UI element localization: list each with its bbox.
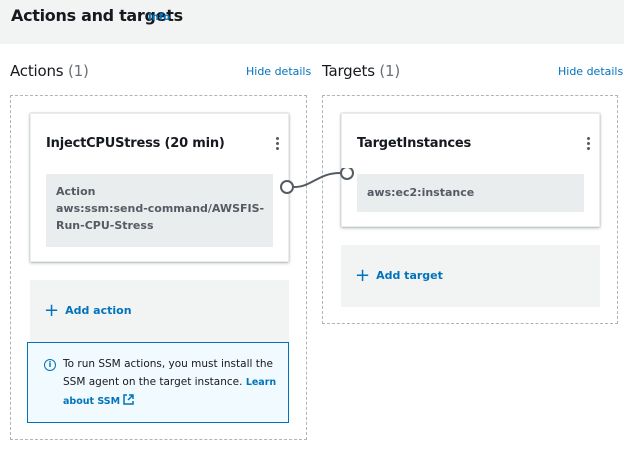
targets-hide-details-link[interactable]: Hide details <box>558 65 623 78</box>
ssm-info-message: To run SSM actions, you must install the… <box>63 358 273 388</box>
action-menu-icon[interactable] <box>276 137 280 152</box>
actions-count: (1) <box>67 62 89 80</box>
add-target-zone: + Add target <box>341 245 600 307</box>
info-icon: i <box>44 359 56 371</box>
action-detail-label: Action <box>56 185 96 198</box>
add-action-button[interactable]: + Add action <box>44 300 132 321</box>
action-detail-box: Action aws:ssm:send-command/AWSFIS- Run-… <box>46 174 273 247</box>
plus-icon: + <box>355 265 371 286</box>
ssm-info-text: To run SSM actions, you must install the… <box>63 355 285 411</box>
action-card-title: InjectCPUStress (20 min) <box>46 136 225 151</box>
targets-heading: Targets (1) <box>322 62 400 80</box>
ssm-info-alert: i To run SSM actions, you must install t… <box>27 342 289 423</box>
target-menu-icon[interactable] <box>587 137 591 152</box>
action-detail-value-1: aws:ssm:send-command/AWSFIS- <box>56 202 265 215</box>
add-target-button[interactable]: + Add target <box>355 265 443 286</box>
actions-hide-details-link[interactable]: Hide details <box>246 65 311 78</box>
target-detail-value: aws:ec2:instance <box>367 186 475 199</box>
target-detail-box: aws:ec2:instance <box>357 174 584 212</box>
action-card[interactable]: InjectCPUStress (20 min) Action aws:ssm:… <box>30 113 289 262</box>
add-action-zone: + Add action <box>30 280 289 342</box>
add-target-label: Add target <box>376 269 443 282</box>
target-connector-handle <box>340 168 354 180</box>
actions-label: Actions <box>10 62 64 80</box>
section-header: Actions and targets Info <box>0 0 624 44</box>
external-link-icon <box>123 394 135 405</box>
add-action-label: Add action <box>65 304 132 317</box>
actions-heading: Actions (1) <box>10 62 89 80</box>
action-target-connector <box>280 168 354 194</box>
action-connector-handle <box>280 180 294 194</box>
targets-count: (1) <box>379 62 401 80</box>
target-card-title: TargetInstances <box>357 136 472 151</box>
targets-label: Targets <box>322 62 375 80</box>
action-detail-value-2: Run-CPU-Stress <box>56 219 154 232</box>
info-link[interactable]: Info <box>148 12 170 23</box>
target-card[interactable]: TargetInstances aws:ec2:instance <box>341 113 600 227</box>
plus-icon: + <box>44 300 60 321</box>
